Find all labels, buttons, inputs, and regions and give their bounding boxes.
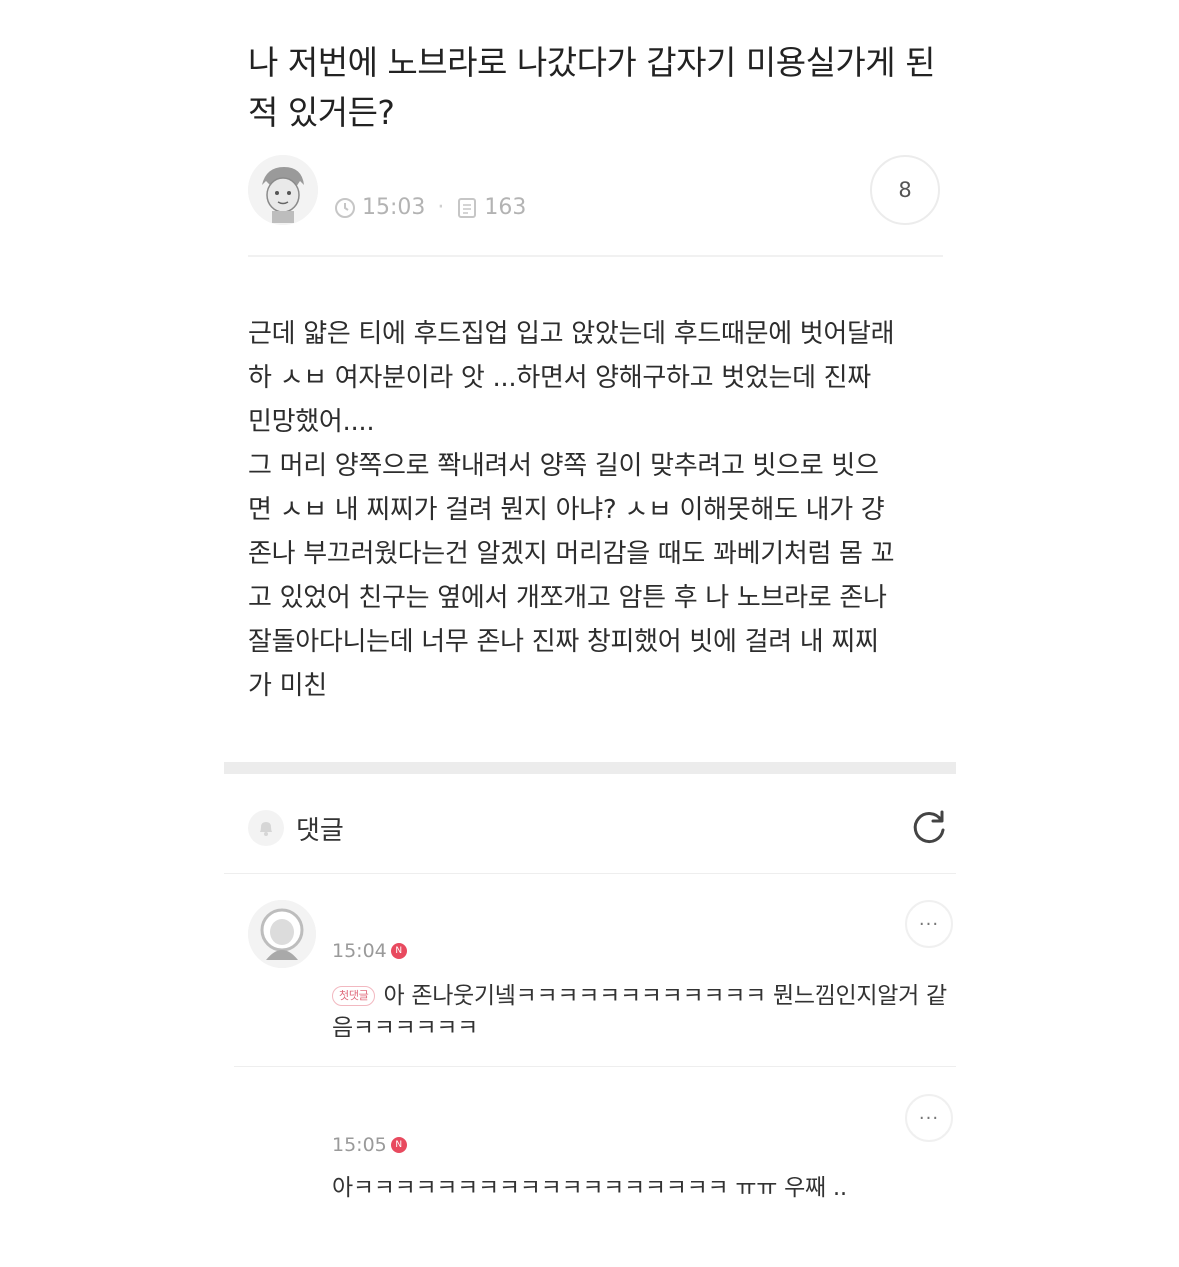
divider xyxy=(234,1066,956,1067)
divider xyxy=(224,873,956,874)
comment-time-row: 15:04 N xyxy=(332,940,407,962)
section-divider xyxy=(224,762,956,774)
comments-label: 댓글 xyxy=(296,816,344,846)
author-tag: 첫댓글 xyxy=(332,986,376,1006)
comment-text-wrap: 첫댓글 아 존나웃기넼ㅋㅋㅋㅋㅋㅋㅋㅋㅋㅋㅋㅋ 뭔느낌인지알거 같음ㅋㅋㅋㅋㅋㅋ xyxy=(332,980,952,1044)
more-icon[interactable]: ··· xyxy=(905,1094,953,1142)
comments-header: 댓글 xyxy=(248,806,950,852)
comment-time: 15:04 xyxy=(332,940,387,962)
clock-icon xyxy=(334,197,356,219)
post-time: 15:03 xyxy=(362,195,426,220)
comment-item: ··· 15:05 N 아ㅋㅋㅋㅋㅋㅋㅋㅋㅋㅋㅋㅋㅋㅋㅋㅋㅋㅋ ㅠㅠ 우째 .. xyxy=(248,1092,953,1212)
more-icon[interactable]: ··· xyxy=(905,900,953,948)
refresh-icon[interactable] xyxy=(908,806,950,848)
comment-text: 아 존나웃기넼ㅋㅋㅋㅋㅋㅋㅋㅋㅋㅋㅋㅋ 뭔느낌인지알거 같음ㅋㅋㅋㅋㅋㅋ xyxy=(332,983,947,1041)
comment-count-button[interactable]: 8 xyxy=(870,155,940,225)
comment-text: 아ㅋㅋㅋㅋㅋㅋㅋㅋㅋㅋㅋㅋㅋㅋㅋㅋㅋㅋ ㅠㅠ 우째 .. xyxy=(332,1175,847,1201)
meta-separator: · xyxy=(437,195,445,220)
avatar-illustration-icon xyxy=(248,155,318,225)
bell-icon[interactable] xyxy=(248,810,284,846)
post-page: 나 저번에 노브라로 나갔다가 갑자기 미용실가게 된적 있거든? 15:03 … xyxy=(0,0,1179,1267)
author-avatar[interactable] xyxy=(248,155,318,225)
comment-time: 15:05 xyxy=(332,1134,387,1156)
new-badge: N xyxy=(390,943,407,959)
post-meta: 15:03 · 163 xyxy=(334,195,526,220)
avatar-illustration-icon xyxy=(248,900,316,968)
divider xyxy=(248,255,943,257)
post-author-row: 15:03 · 163 8 xyxy=(248,155,943,235)
new-badge: N xyxy=(390,1137,407,1153)
post-body: 근데 얇은 티에 후드집업 입고 앉았는데 후드때문에 벗어달래 하 ㅅㅂ 여자… xyxy=(248,319,895,701)
views-icon xyxy=(456,197,478,219)
post-title: 나 저번에 노브라로 나갔다가 갑자기 미용실가게 된적 있거든? xyxy=(248,43,936,132)
comment-time-row: 15:05 N xyxy=(332,1134,407,1156)
post-views: 163 xyxy=(484,195,527,220)
comment-item: ··· 15:04 N 첫댓글 아 존나웃기넼ㅋㅋㅋㅋㅋㅋㅋㅋㅋㅋㅋㅋ 뭔느낌인지… xyxy=(248,900,953,1050)
commenter-avatar[interactable] xyxy=(248,900,316,968)
